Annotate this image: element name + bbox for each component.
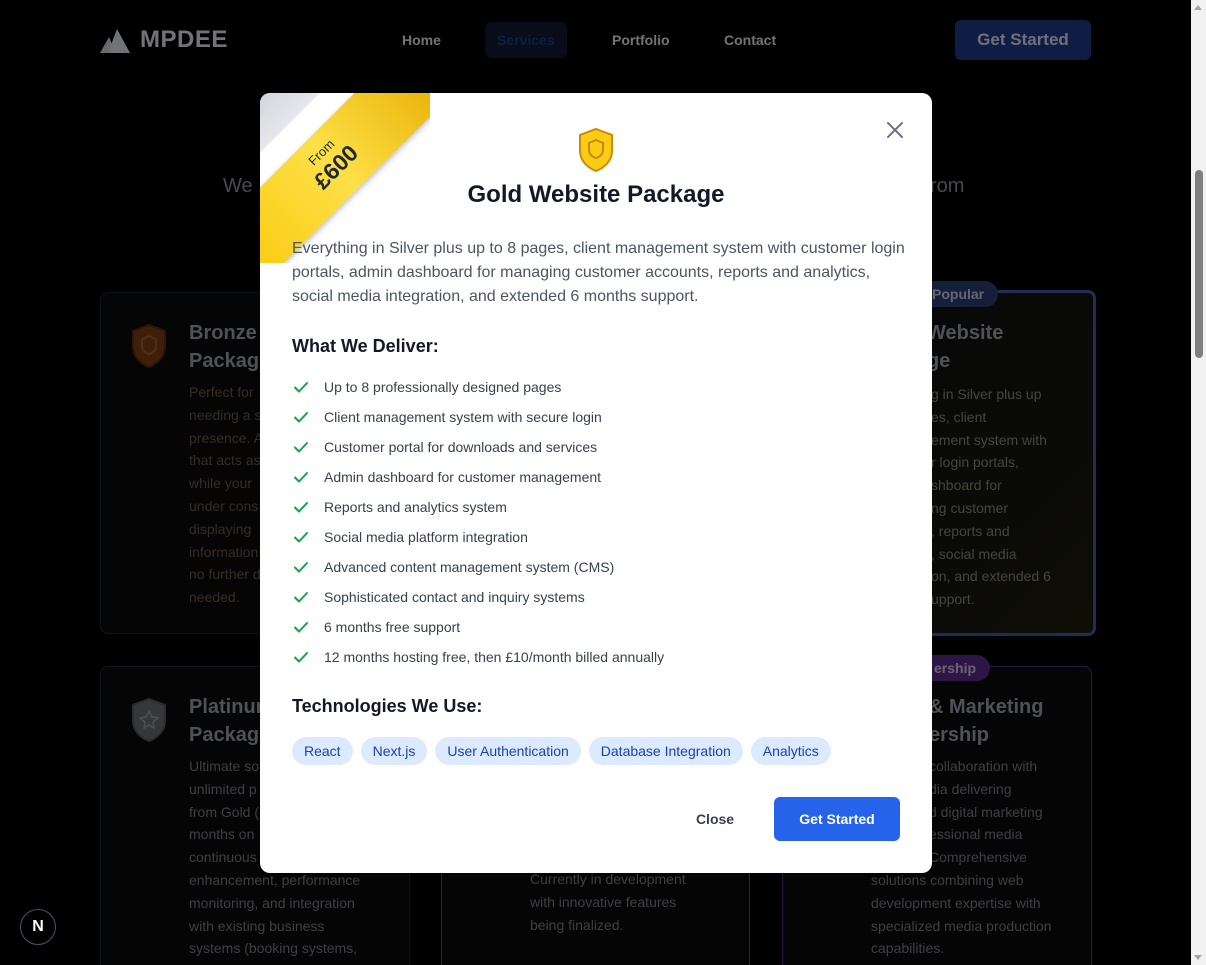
close-icon[interactable] [884, 119, 906, 141]
check-icon [294, 532, 308, 543]
tech-tag-database-integration: Database Integration [588, 737, 743, 765]
technologies-heading: Technologies We Use: [292, 696, 483, 716]
check-icon [294, 622, 308, 633]
check-icon [294, 502, 308, 513]
check-icon [294, 562, 308, 573]
deliverables-list: Up to 8 professionally designed pages Cl… [292, 372, 664, 672]
list-item: Customer portal for downloads and servic… [292, 432, 664, 462]
list-item: Reports and analytics system [292, 492, 664, 522]
list-item: Advanced content management system (CMS) [292, 552, 664, 582]
modal-description: Everything in Silver plus up to 8 pages,… [292, 240, 905, 305]
deliver-heading: What We Deliver: [292, 336, 439, 356]
list-item: 12 months hosting free, then £10/month b… [292, 642, 664, 672]
check-icon [294, 472, 308, 483]
list-item: Admin dashboard for customer management [292, 462, 664, 492]
devtools-badge[interactable]: N [20, 909, 56, 945]
technology-tags: React Next.js User Authentication Databa… [292, 737, 831, 765]
gold-shield-icon [579, 127, 613, 173]
page-scrollbar[interactable] [1191, 0, 1206, 965]
get-started-button[interactable]: Get Started [774, 797, 900, 841]
list-item: Client management system with secure log… [292, 402, 664, 432]
close-button[interactable]: Close [682, 797, 748, 841]
list-item: 6 months free support [292, 612, 664, 642]
check-icon [294, 652, 308, 663]
tech-tag-analytics: Analytics [750, 737, 831, 765]
scroll-down-arrow-icon[interactable] [1194, 955, 1202, 960]
tech-tag-nextjs: Next.js [360, 737, 428, 765]
check-icon [294, 382, 308, 393]
tech-tag-user-authentication: User Authentication [435, 737, 581, 765]
modal-title: Gold Website Package [467, 181, 725, 208]
check-icon [294, 412, 308, 423]
scroll-up-arrow-icon[interactable] [1194, 5, 1202, 10]
check-icon [294, 442, 308, 453]
package-details-modal: From £600 Gold Website Package Everythin… [260, 93, 932, 873]
list-item: Sophisticated contact and inquiry system… [292, 582, 664, 612]
check-icon [294, 592, 308, 603]
list-item: Up to 8 professionally designed pages [292, 372, 664, 402]
list-item: Social media platform integration [292, 522, 664, 552]
scrollbar-thumb[interactable] [1195, 170, 1203, 358]
tech-tag-react: React [292, 737, 353, 765]
